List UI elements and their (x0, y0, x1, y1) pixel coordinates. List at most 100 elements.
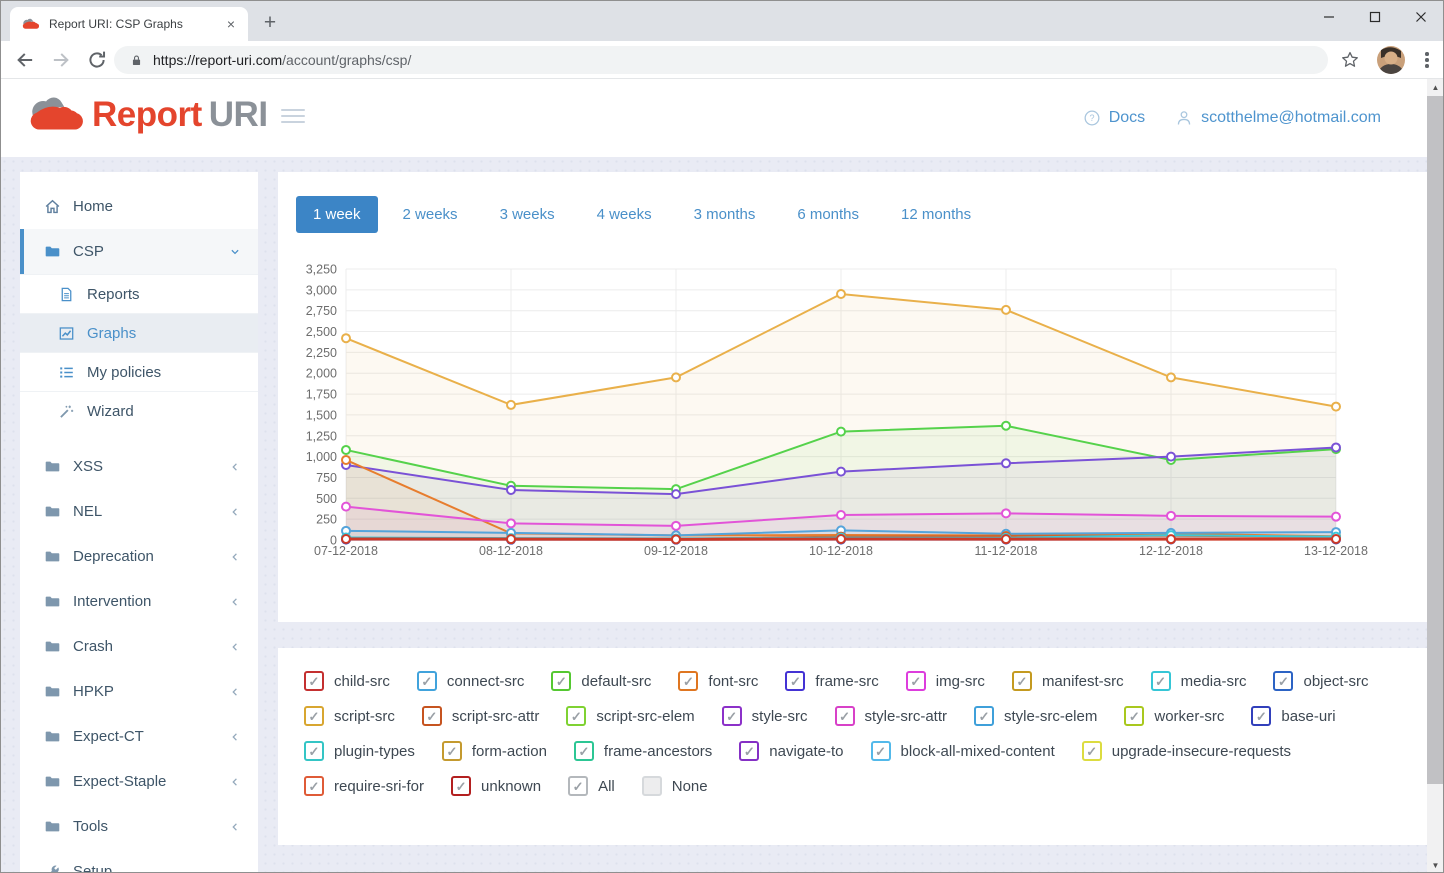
checkbox-checked[interactable]: ✓ (304, 776, 324, 796)
sidebar-item-wizard[interactable]: Wizard (20, 391, 258, 430)
legend-item-block-all-mixed-content[interactable]: ✓block-all-mixed-content (871, 741, 1055, 761)
scrollbar-thumb[interactable] (1427, 96, 1444, 784)
legend-item-navigate-to[interactable]: ✓navigate-to (739, 741, 843, 761)
checkbox-checked[interactable]: ✓ (451, 776, 471, 796)
report-uri-logo[interactable]: ReportURI (28, 93, 268, 137)
checkbox-checked[interactable]: ✓ (678, 671, 698, 691)
legend-item-none[interactable]: ✓None (642, 776, 708, 796)
legend-item-connect-src[interactable]: ✓connect-src (417, 671, 525, 691)
checkbox-checked[interactable]: ✓ (304, 741, 324, 761)
page-scrollbar[interactable]: ▲ ▼ (1427, 79, 1444, 873)
browser-profile-avatar[interactable] (1377, 46, 1405, 74)
legend-item-unknown[interactable]: ✓unknown (451, 776, 541, 796)
legend-item-style-src-attr[interactable]: ✓style-src-attr (835, 706, 948, 726)
checkbox-checked[interactable]: ✓ (1151, 671, 1171, 691)
legend-item-require-sri-for[interactable]: ✓require-sri-for (304, 776, 424, 796)
sidebar-item-nel[interactable]: NEL (20, 489, 258, 534)
checkbox-checked[interactable]: ✓ (1251, 706, 1271, 726)
sidebar-item-home[interactable]: Home (20, 184, 258, 229)
sidebar-item-expect-ct[interactable]: Expect-CT (20, 714, 258, 759)
legend-item-frame-ancestors[interactable]: ✓frame-ancestors (574, 741, 712, 761)
legend-item-manifest-src[interactable]: ✓manifest-src (1012, 671, 1124, 691)
checkbox-checked[interactable]: ✓ (566, 706, 586, 726)
sidebar-item-setup[interactable]: Setup (20, 849, 258, 873)
bookmark-star-icon[interactable] (1340, 50, 1360, 70)
legend-item-font-src[interactable]: ✓font-src (678, 671, 758, 691)
account-link[interactable]: scotthelme@hotmail.com (1175, 109, 1381, 127)
period-tab-6-months[interactable]: 6 months (780, 196, 876, 233)
checkbox-checked[interactable]: ✓ (551, 671, 571, 691)
sidebar-item-intervention[interactable]: Intervention (20, 579, 258, 624)
sidebar-item-deprecation[interactable]: Deprecation (20, 534, 258, 579)
period-tab-2-weeks[interactable]: 2 weeks (386, 196, 475, 233)
tab-close-icon[interactable]: × (222, 15, 240, 33)
sidebar-item-graphs[interactable]: Graphs (20, 313, 258, 352)
checkbox-checked[interactable]: ✓ (442, 741, 462, 761)
period-tab-4-weeks[interactable]: 4 weeks (580, 196, 669, 233)
legend-item-upgrade-insecure-requests[interactable]: ✓upgrade-insecure-requests (1082, 741, 1291, 761)
period-tab-12-months[interactable]: 12 months (884, 196, 988, 233)
legend-item-child-src[interactable]: ✓child-src (304, 671, 390, 691)
legend-item-img-src[interactable]: ✓img-src (906, 671, 985, 691)
checkbox-checked[interactable]: ✓ (1082, 741, 1102, 761)
legend-item-script-src-attr[interactable]: ✓script-src-attr (422, 706, 540, 726)
checkbox-checked[interactable]: ✓ (785, 671, 805, 691)
checkbox-checked[interactable]: ✓ (974, 706, 994, 726)
legend-item-all[interactable]: ✓All (568, 776, 615, 796)
sidebar-item-xss[interactable]: XSS (20, 444, 258, 489)
back-icon[interactable] (14, 49, 36, 71)
checkbox-checked[interactable]: ✓ (835, 706, 855, 726)
checkbox-checked[interactable]: ✓ (739, 741, 759, 761)
checkbox-checked[interactable]: ✓ (1124, 706, 1144, 726)
checkbox-checked[interactable]: ✓ (906, 671, 926, 691)
sidebar-item-crash[interactable]: Crash (20, 624, 258, 669)
checkbox-checked[interactable]: ✓ (722, 706, 742, 726)
forward-icon[interactable] (50, 49, 72, 71)
scroll-down-icon[interactable]: ▼ (1427, 857, 1444, 873)
sidebar-item-csp[interactable]: CSP (20, 229, 258, 274)
sidebar-item-my-policies[interactable]: My policies (20, 352, 258, 391)
sidebar-item-reports[interactable]: Reports (20, 274, 258, 313)
maximize-button[interactable] (1352, 0, 1398, 33)
close-button[interactable] (1398, 0, 1444, 33)
period-tab-3-months[interactable]: 3 months (677, 196, 773, 233)
checkbox-checked[interactable]: ✓ (304, 671, 324, 691)
legend-item-frame-src[interactable]: ✓frame-src (785, 671, 878, 691)
checkbox-checked[interactable]: ✓ (422, 706, 442, 726)
menu-toggle-icon[interactable] (281, 109, 305, 127)
checkbox-checked[interactable]: ✓ (574, 741, 594, 761)
minimize-button[interactable] (1306, 0, 1352, 33)
browser-tab[interactable]: Report URI: CSP Graphs × (10, 7, 248, 41)
legend-item-form-action[interactable]: ✓form-action (442, 741, 547, 761)
legend-item-default-src[interactable]: ✓default-src (551, 671, 651, 691)
checkbox-checked[interactable]: ✓ (304, 706, 324, 726)
legend-item-media-src[interactable]: ✓media-src (1151, 671, 1247, 691)
sidebar-item-tools[interactable]: Tools (20, 804, 258, 849)
checkbox-checked[interactable]: ✓ (417, 671, 437, 691)
checkbox-checked[interactable]: ✓ (1012, 671, 1032, 691)
scroll-up-icon[interactable]: ▲ (1427, 79, 1444, 95)
legend-item-script-src[interactable]: ✓script-src (304, 706, 395, 726)
svg-text:2,000: 2,000 (306, 367, 337, 381)
checkbox-unchecked[interactable]: ✓ (642, 776, 662, 796)
csp-line-chart[interactable]: 02505007501,0001,2501,5001,7502,0002,250… (288, 252, 1398, 587)
browser-menu-icon[interactable] (1418, 49, 1436, 71)
legend-item-style-src[interactable]: ✓style-src (722, 706, 808, 726)
legend-item-object-src[interactable]: ✓object-src (1273, 671, 1368, 691)
legend-item-base-uri[interactable]: ✓base-uri (1251, 706, 1335, 726)
reload-icon[interactable] (86, 49, 108, 71)
new-tab-button[interactable]: + (256, 10, 284, 38)
sidebar-item-hpkp[interactable]: HPKP (20, 669, 258, 714)
legend-item-plugin-types[interactable]: ✓plugin-types (304, 741, 415, 761)
sidebar-item-expect-staple[interactable]: Expect-Staple (20, 759, 258, 804)
legend-item-script-src-elem[interactable]: ✓script-src-elem (566, 706, 694, 726)
period-tab-3-weeks[interactable]: 3 weeks (483, 196, 572, 233)
checkbox-checked[interactable]: ✓ (1273, 671, 1293, 691)
period-tab-1-week[interactable]: 1 week (296, 196, 378, 233)
checkbox-checked[interactable]: ✓ (871, 741, 891, 761)
url-bar[interactable]: https://report-uri.com/account/graphs/cs… (114, 46, 1328, 74)
legend-item-worker-src[interactable]: ✓worker-src (1124, 706, 1224, 726)
legend-item-style-src-elem[interactable]: ✓style-src-elem (974, 706, 1097, 726)
docs-link[interactable]: ? Docs (1083, 109, 1145, 127)
checkbox-checked[interactable]: ✓ (568, 776, 588, 796)
